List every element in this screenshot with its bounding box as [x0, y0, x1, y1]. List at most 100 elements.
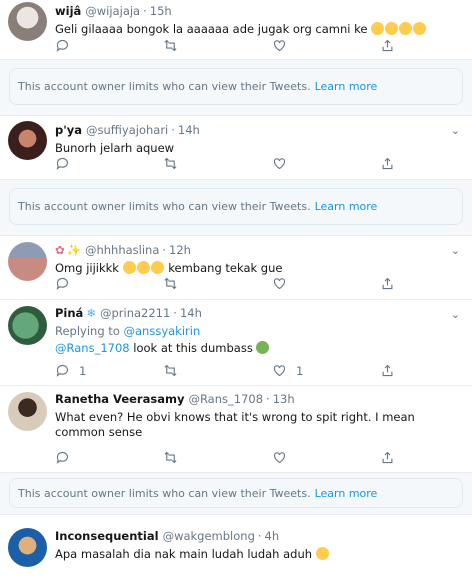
heart-icon	[273, 158, 286, 170]
retweet-icon	[164, 364, 177, 377]
avatar[interactable]	[8, 121, 47, 160]
notice-text: This account owner limits who can view t…	[18, 486, 311, 500]
learn-more-link[interactable]: Learn more	[315, 80, 378, 93]
separator-dot: ·	[266, 392, 270, 406]
avatar[interactable]	[8, 392, 47, 431]
heart-icon	[273, 452, 286, 464]
reply-button[interactable]	[55, 38, 70, 53]
reply-icon	[56, 277, 69, 290]
username[interactable]: @hhhhaslina	[85, 243, 159, 257]
like-button[interactable]	[272, 450, 287, 465]
tweet-text-content: Geli gilaaaa bongok la aaaaaa ade jugak …	[55, 22, 368, 36]
tweet[interactable]: p'ya @suffiyajohari · 14h Bunorh jelarh …	[0, 116, 472, 180]
separator-dot: ·	[257, 529, 262, 543]
username[interactable]: @wijajaja	[85, 4, 140, 18]
share-icon	[382, 157, 393, 170]
retweet-icon	[164, 277, 177, 290]
username[interactable]: @suffiyajohari	[86, 123, 168, 137]
like-button[interactable]: 1	[272, 363, 303, 378]
timestamp[interactable]: 15h	[150, 4, 172, 18]
crying-emoji	[122, 261, 136, 274]
display-name[interactable]: Ranetha Veerasamy	[55, 392, 184, 406]
timestamp[interactable]: 13h	[273, 392, 295, 406]
separator-dot: ·	[162, 243, 167, 257]
chevron-down-icon[interactable]: ⌄	[451, 124, 460, 137]
restricted-notice-row: This account owner limits who can view t…	[0, 60, 472, 116]
reply-handle-link[interactable]: @anssyakirin	[124, 324, 201, 338]
tweet[interactable]: ✿ ✨ @hhhhaslina · 12h Omg jijikkk kemban…	[0, 236, 472, 300]
tweet-text: Apa masalah dia nak main ludah ludah adu…	[55, 547, 462, 562]
display-name[interactable]: Piná	[55, 306, 83, 320]
tweet[interactable]: Ranetha Veerasamy @Rans_1708 · 13h What …	[0, 386, 472, 473]
avatar[interactable]	[8, 242, 47, 281]
username[interactable]: @wakgemblong	[163, 529, 255, 543]
chevron-down-icon[interactable]: ⌄	[451, 244, 460, 257]
display-name[interactable]: wijâ	[55, 4, 81, 18]
tweet[interactable]: wijâ @wijajaja · 15h Geli gilaaaa bongok…	[0, 0, 472, 60]
sparkles-icon: ✨	[66, 243, 81, 257]
like-button[interactable]	[272, 156, 287, 171]
reply-icon	[56, 39, 69, 52]
retweet-button[interactable]	[163, 276, 178, 291]
avatar[interactable]	[8, 2, 47, 41]
retweet-button[interactable]	[163, 363, 178, 378]
tweet[interactable]: Inconsequential @wakgemblong · 4h Apa ma…	[0, 515, 472, 576]
crying-emoji	[385, 22, 399, 35]
share-icon	[382, 277, 393, 290]
retweet-button[interactable]	[163, 38, 178, 53]
reply-icon	[56, 157, 69, 170]
username[interactable]: @prina2211	[100, 306, 170, 320]
crying-emoji	[399, 22, 413, 35]
confounded-emoji	[315, 547, 329, 560]
retweet-button[interactable]	[163, 450, 178, 465]
reply-button[interactable]	[55, 276, 70, 291]
tweet-text: Omg jijikkk kembang tekak gue	[55, 261, 462, 276]
learn-more-link[interactable]: Learn more	[315, 487, 378, 500]
timestamp[interactable]: 12h	[169, 243, 191, 257]
reply-button[interactable]: 1	[55, 363, 86, 378]
weary-emoji	[150, 261, 164, 274]
restricted-notice: This account owner limits who can view t…	[9, 68, 463, 105]
retweet-icon	[164, 157, 177, 170]
tweet-actions	[55, 38, 432, 54]
crying-emoji	[371, 22, 385, 35]
avatar[interactable]	[8, 528, 47, 567]
retweet-button[interactable]	[163, 156, 178, 171]
share-button[interactable]	[380, 38, 395, 53]
tweet-text: Geli gilaaaa bongok la aaaaaa ade jugak …	[55, 22, 462, 37]
timestamp[interactable]: 4h	[265, 529, 280, 543]
timestamp[interactable]: 14h	[178, 123, 200, 137]
tweet-actions	[55, 450, 432, 466]
share-button[interactable]	[380, 156, 395, 171]
retweet-icon	[164, 39, 177, 52]
tweet-actions	[55, 276, 432, 292]
display-name[interactable]: Inconsequential	[55, 529, 159, 543]
share-button[interactable]	[380, 276, 395, 291]
separator-dot: ·	[143, 4, 147, 18]
mention-link[interactable]: @Rans_1708	[55, 341, 130, 355]
display-name[interactable]: p'ya	[55, 123, 82, 137]
chevron-down-icon[interactable]: ⌄	[451, 308, 460, 321]
like-button[interactable]	[272, 38, 287, 53]
like-button[interactable]	[272, 276, 287, 291]
tweet-header: Ranetha Veerasamy @Rans_1708 · 13h	[55, 392, 462, 408]
share-icon	[382, 39, 393, 52]
reply-button[interactable]	[55, 450, 70, 465]
share-button[interactable]	[380, 363, 395, 378]
learn-more-link[interactable]: Learn more	[315, 200, 378, 213]
avatar[interactable]	[8, 306, 47, 345]
reply-button[interactable]	[55, 156, 70, 171]
nauseated-emoji	[256, 341, 270, 354]
timestamp[interactable]: 14h	[180, 306, 202, 320]
heart-icon	[273, 365, 286, 377]
reply-icon	[56, 451, 69, 464]
tweet-text: @Rans_1708 look at this dumbass	[55, 341, 462, 356]
username[interactable]: @Rans_1708	[188, 392, 263, 406]
tweet-header: Piná ❄ @prina2211 · 14h	[55, 306, 462, 322]
reply-count: 1	[79, 363, 87, 378]
tweet[interactable]: Piná ❄ @prina2211 · 14h Replying to @ans…	[0, 300, 472, 386]
share-button[interactable]	[380, 450, 395, 465]
share-icon	[382, 364, 393, 377]
notice-text: This account owner limits who can view t…	[18, 200, 311, 213]
heart-icon	[273, 278, 286, 290]
